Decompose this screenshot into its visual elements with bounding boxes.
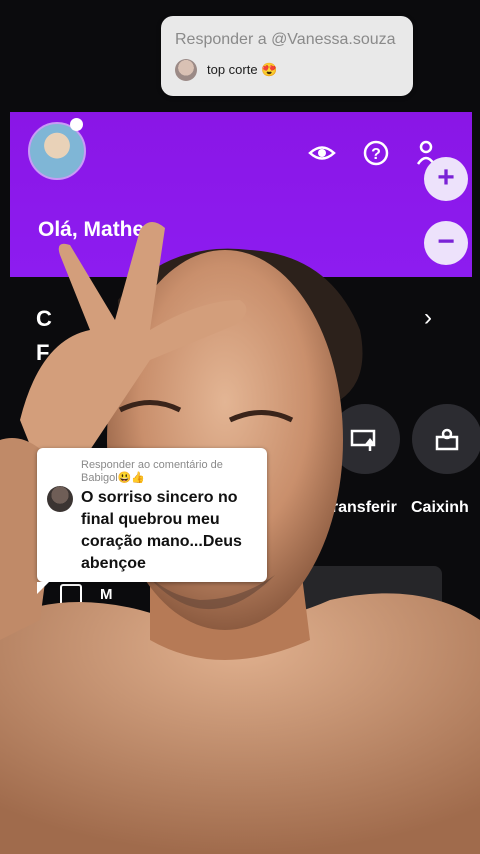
commenter-avatar (47, 486, 73, 512)
replied-comment-text: top corte 😍 (207, 62, 278, 77)
reply-title: Responder a @Vanessa.souza (175, 31, 396, 48)
person-figure (0, 221, 480, 854)
comment-reply-header: Responder ao comentário de Babigol😃👍 (81, 459, 223, 484)
reply-bubble[interactable]: Responder a @Vanessa.souza top corte 😍 (161, 16, 413, 96)
replied-user-avatar (175, 59, 197, 81)
comment-body: O sorriso sincero no final quebrou meu c… (81, 489, 242, 572)
comment-card[interactable]: Responder ao comentário de Babigol😃👍 O s… (37, 448, 267, 594)
